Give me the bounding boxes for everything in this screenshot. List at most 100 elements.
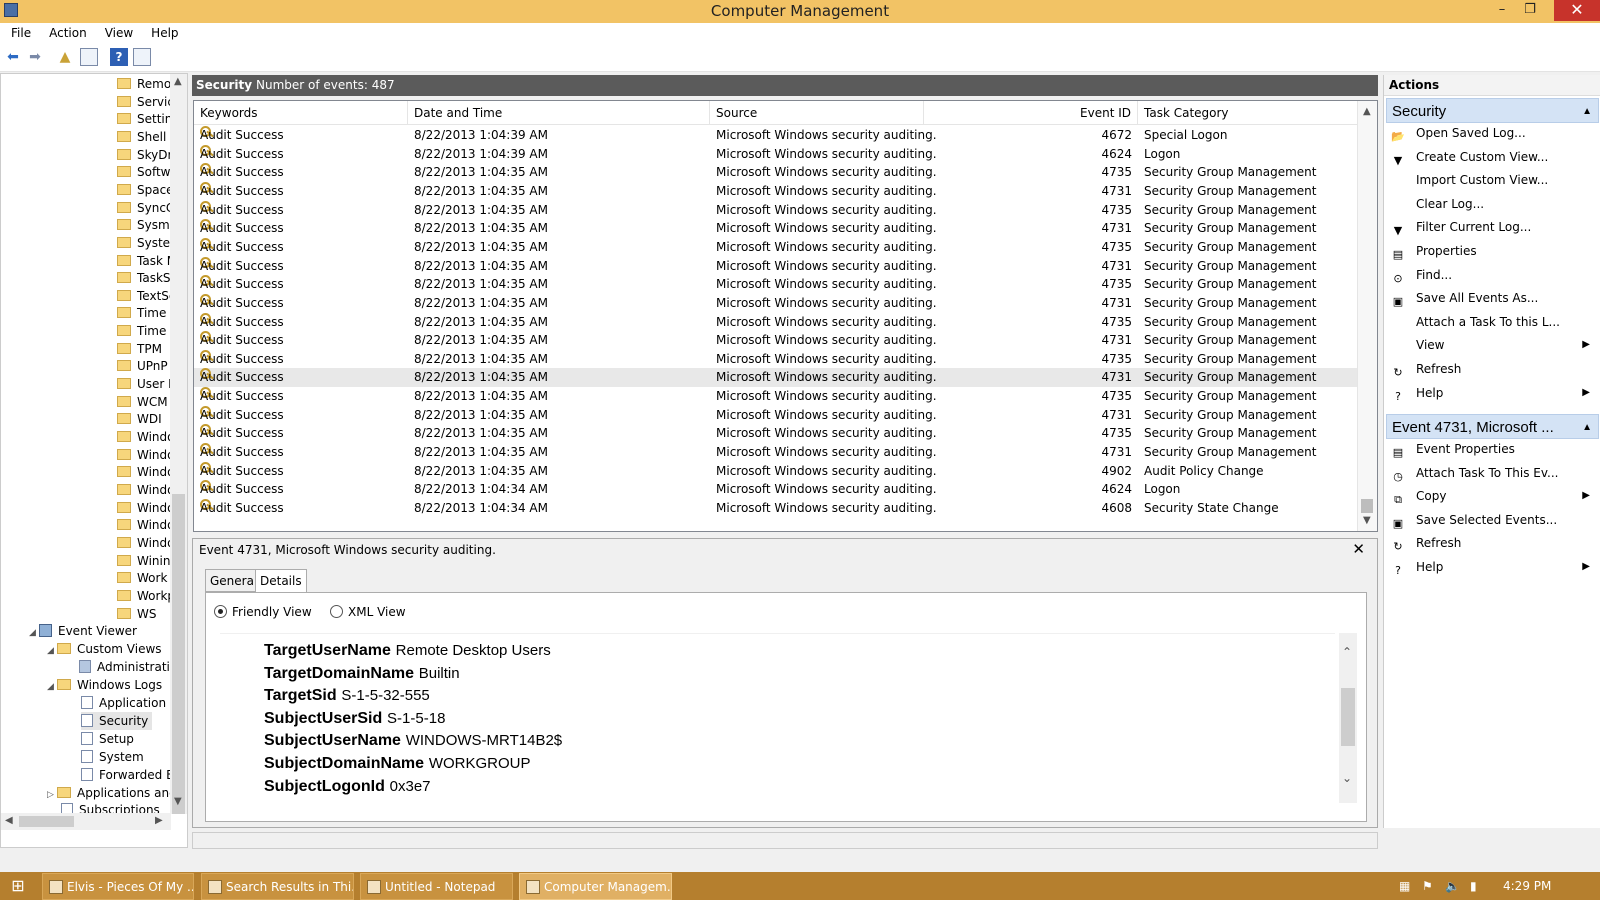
action-item[interactable]: ▤ Properties xyxy=(1388,240,1598,262)
tree-folder[interactable]: Workp xyxy=(117,587,175,605)
help-icon[interactable]: ? xyxy=(110,48,128,66)
table-row[interactable]: Audit Success 8/22/2013 1:04:35 AM Microso… xyxy=(194,368,1357,388)
collapse-up-icon[interactable]: ▲ xyxy=(1582,415,1592,440)
scroll-up-icon[interactable]: ▲ xyxy=(174,76,182,87)
windows-start-icon[interactable]: ⊞ xyxy=(8,876,28,896)
show-hide-action-pane-icon[interactable] xyxy=(133,48,151,66)
tree-folder[interactable]: Windo xyxy=(117,516,175,534)
tree-administrative[interactable]: Administrativ xyxy=(79,658,177,676)
table-row[interactable]: Audit Success 8/22/2013 1:04:39 AM Microso… xyxy=(194,126,1357,145)
actions-section-security[interactable]: Security ▲ xyxy=(1386,98,1599,123)
detail-vertical-scrollbar[interactable]: ⌃ ⌄ xyxy=(1339,633,1357,803)
table-row[interactable]: Audit Success 8/22/2013 1:04:35 AM Microso… xyxy=(194,256,1357,276)
table-row[interactable]: Audit Success 8/22/2013 1:04:35 AM Microso… xyxy=(194,293,1357,313)
tree-folder[interactable]: Windo xyxy=(117,534,175,552)
table-row[interactable]: Audit Success 8/22/2013 1:04:35 AM Microso… xyxy=(194,181,1357,201)
table-row[interactable]: Audit Success 8/22/2013 1:04:35 AM Microso… xyxy=(194,405,1357,425)
grid-vertical-scrollbar[interactable]: ▲ ▼ xyxy=(1357,101,1377,531)
tree-folder[interactable]: Windo xyxy=(117,463,175,481)
tree-folder[interactable]: TPM xyxy=(117,340,162,358)
action-item[interactable]: View ▶ xyxy=(1388,334,1598,356)
table-row[interactable]: Audit Success 8/22/2013 1:04:34 AM Microso… xyxy=(194,480,1357,499)
flag-icon[interactable]: ⚑ xyxy=(1422,872,1433,900)
tab-details[interactable]: Details xyxy=(255,569,307,593)
action-item[interactable]: ▼ Filter Current Log... xyxy=(1388,216,1598,238)
scrollbar-thumb[interactable] xyxy=(172,494,185,814)
tree-folder[interactable]: Shell xyxy=(117,128,166,146)
table-row[interactable]: Audit Success 8/22/2013 1:04:39 AM Microso… xyxy=(194,144,1357,164)
tree-folder[interactable]: Windo xyxy=(117,499,175,517)
tree-folder[interactable]: WS xyxy=(117,605,156,623)
action-item[interactable]: Attach a Task To this L... xyxy=(1388,311,1598,333)
scroll-down-icon[interactable]: ▼ xyxy=(174,796,182,807)
tree-folder[interactable]: Windo xyxy=(117,481,175,499)
minimize-button[interactable]: – xyxy=(1488,0,1516,21)
table-row[interactable]: Audit Success 8/22/2013 1:04:35 AM Microso… xyxy=(194,275,1357,294)
action-item[interactable]: ▼ Create Custom View... xyxy=(1388,146,1598,168)
action-item[interactable]: ▣ Save All Events As... xyxy=(1388,287,1598,309)
tree-folder[interactable]: Winin xyxy=(117,552,170,570)
tree-folder[interactable]: SyncC xyxy=(117,199,174,217)
tree-log-forwarded[interactable]: Forwarded Ev xyxy=(81,766,181,784)
collapse-up-icon[interactable]: ▲ xyxy=(1582,99,1592,124)
menu-help[interactable]: Help xyxy=(140,23,185,43)
table-row[interactable]: Audit Success 8/22/2013 1:04:35 AM Microso… xyxy=(194,163,1357,182)
tree-folder[interactable]: TaskS xyxy=(117,269,171,287)
action-item[interactable]: ⧉ Copy ▶ xyxy=(1388,485,1598,507)
action-item[interactable]: ▤ Event Properties xyxy=(1388,438,1598,460)
tree-folder[interactable]: Time xyxy=(117,322,166,340)
action-item[interactable]: ↻ Refresh xyxy=(1388,358,1598,380)
taskbar-item-computer-management[interactable]: Computer Managem... xyxy=(519,873,672,900)
action-item[interactable]: ◷ Attach Task To This Ev... xyxy=(1388,462,1598,484)
tree-event-viewer[interactable]: ◢ Event Viewer xyxy=(29,622,137,640)
menu-action[interactable]: Action xyxy=(38,23,94,43)
xml-view-radio[interactable]: XML View xyxy=(330,605,406,619)
column-event-id[interactable]: Event ID xyxy=(924,101,1138,125)
table-row[interactable]: Audit Success 8/22/2013 1:04:35 AM Microso… xyxy=(194,312,1357,332)
taskbar-item-browser[interactable]: Elvis - Pieces Of My ... xyxy=(42,873,194,900)
table-row[interactable]: Audit Success 8/22/2013 1:04:35 AM Microso… xyxy=(194,461,1357,481)
maximize-button[interactable]: ❐ xyxy=(1516,0,1544,21)
action-item[interactable]: ? Help ▶ xyxy=(1388,382,1598,404)
table-row[interactable]: Audit Success 8/22/2013 1:04:35 AM Microso… xyxy=(194,349,1357,369)
tree-log-system[interactable]: System xyxy=(81,748,144,766)
tree-folder[interactable]: Space xyxy=(117,181,174,199)
scroll-left-icon[interactable]: ◀ xyxy=(5,815,13,826)
clock[interactable]: 4:29 PM xyxy=(1503,872,1551,900)
scrollbar-thumb[interactable] xyxy=(19,816,74,827)
table-row[interactable]: Audit Success 8/22/2013 1:04:34 AM Microso… xyxy=(194,499,1357,518)
up-folder-icon[interactable]: ▲ xyxy=(56,48,74,66)
tree-applications[interactable]: ▷ Applications and xyxy=(47,784,177,802)
action-item[interactable]: Clear Log... xyxy=(1388,193,1598,215)
tree-folder[interactable]: Softw xyxy=(117,163,171,181)
signal-icon[interactable]: ▮ xyxy=(1470,872,1477,900)
friendly-view-radio[interactable]: Friendly View xyxy=(214,605,312,619)
tree-folder[interactable]: Windo xyxy=(117,428,175,446)
tree-folder[interactable]: Task M xyxy=(117,252,177,270)
table-row[interactable]: Audit Success 8/22/2013 1:04:35 AM Microso… xyxy=(194,237,1357,257)
tree-folder[interactable]: Remo xyxy=(117,75,171,93)
network-icon[interactable]: ▦ xyxy=(1399,872,1410,900)
column-task-category[interactable]: Task Category xyxy=(1138,101,1357,125)
tree-folder[interactable]: TextSe xyxy=(117,287,176,305)
collapse-icon[interactable]: ◢ xyxy=(47,678,57,696)
tree-folder[interactable]: UPnP xyxy=(117,357,168,375)
table-row[interactable]: Audit Success 8/22/2013 1:04:35 AM Microso… xyxy=(194,424,1357,443)
tree-folder[interactable]: Time xyxy=(117,304,166,322)
close-button[interactable]: ✕ xyxy=(1554,0,1600,21)
tree-windows-logs[interactable]: ◢ Windows Logs xyxy=(47,676,162,694)
column-keywords[interactable]: Keywords xyxy=(194,101,408,125)
forward-arrow-icon[interactable]: ➡ xyxy=(26,48,44,66)
tree-log-security[interactable]: Security xyxy=(81,712,153,730)
table-row[interactable]: Audit Success 8/22/2013 1:04:35 AM Microso… xyxy=(194,387,1357,406)
column-date-time[interactable]: Date and Time xyxy=(408,101,710,125)
action-item[interactable]: Import Custom View... xyxy=(1388,169,1598,191)
action-item[interactable]: ⊙ Find... xyxy=(1388,264,1598,286)
tree-folder[interactable]: Servic xyxy=(117,93,174,111)
tree-folder[interactable]: User P xyxy=(117,375,175,393)
menu-file[interactable]: File xyxy=(0,23,38,43)
action-item[interactable]: 📂 Open Saved Log... xyxy=(1388,122,1598,144)
scroll-right-icon[interactable]: ▶ xyxy=(155,815,163,826)
collapse-icon[interactable]: ◢ xyxy=(29,624,39,642)
detail-close-icon[interactable]: ✕ xyxy=(1352,540,1365,558)
